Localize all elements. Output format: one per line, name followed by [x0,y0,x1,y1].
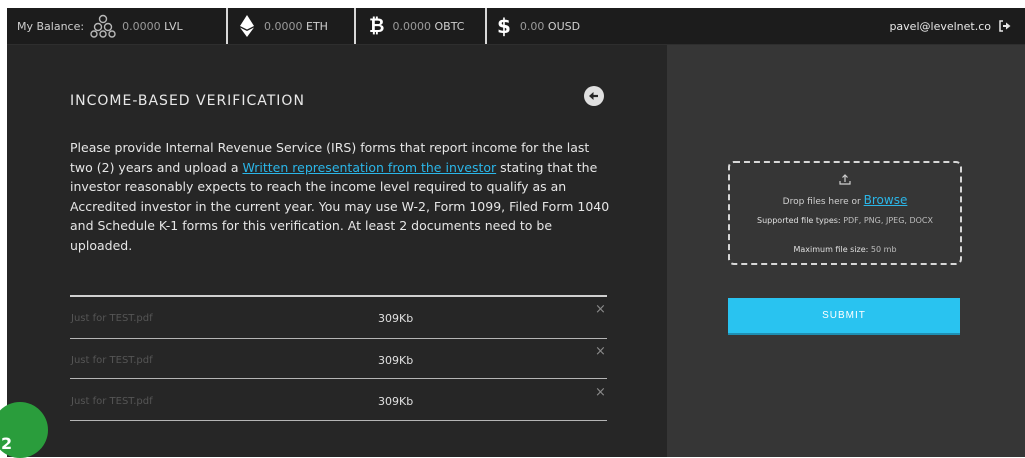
drop-text: Drop files here or [782,197,861,207]
user-menu[interactable]: pavel@levelnet.co [889,8,1011,44]
remove-file-button[interactable]: × [595,344,606,359]
page-title: INCOME-BASED VERIFICATION [70,93,305,109]
file-size: 309Kb [378,312,414,325]
remove-file-button[interactable]: × [595,302,606,317]
arrow-left-circle-icon [589,92,598,100]
file-dropzone[interactable]: Drop files here or Browse Supported file… [728,161,962,265]
bitcoin-icon: ₿ [369,14,385,37]
balance-bar: My Balance: 0.0000 LVL 0.0000 ETH ₿ 0.00… [7,8,1025,45]
file-size: 309Kb [378,395,414,408]
back-button[interactable] [584,86,604,106]
types-value: PDF, PNG, JPEG, DOCX [843,216,933,225]
balance-ousd-unit: OUSD [547,19,581,33]
divider [70,295,607,297]
divider [226,8,228,44]
divider [70,338,607,339]
balance-eth-amount: 0.0000 [264,19,303,33]
balance-ousd-amount: 0.00 [519,19,545,33]
balance-label: My Balance: [17,19,85,33]
lvl-network-icon [90,14,116,38]
supported-types: Supported file types: PDF, PNG, JPEG, DO… [740,215,950,226]
balance-obtc: ₿ 0.0000 OBTC [369,8,464,44]
balance-obtc-amount: 0.0000 [392,19,431,33]
balance-eth: 0.0000 ETH [240,8,328,44]
balance-lvl-amount: 0.0000 [122,19,161,33]
divider [70,420,607,421]
balance-lvl: My Balance: 0.0000 LVL [17,8,183,44]
balance-lvl-unit: LVL [164,19,183,33]
types-label: Supported file types: [757,216,841,225]
divider [354,8,356,44]
submit-button[interactable]: SUBMIT [728,298,960,333]
ethereum-icon [240,15,254,37]
file-name: Just for TEST.pdf [71,396,153,407]
file-name: Just for TEST.pdf [71,313,153,324]
remove-file-button[interactable]: × [595,385,606,400]
file-name: Just for TEST.pdf [71,355,153,366]
max-size: Maximum file size: 50 mb [730,245,960,254]
browse-link[interactable]: Browse [864,193,908,207]
drop-instructions: Drop files here or Browse [730,193,960,207]
balance-ousd: $ 0.00 OUSD [497,8,580,44]
step-number: 2 [1,434,13,453]
balance-eth-unit: ETH [306,19,328,33]
logout-icon[interactable] [999,20,1011,32]
written-representation-link[interactable]: Written representation from the investor [242,160,496,175]
size-label: Maximum file size: [793,245,869,254]
dollar-icon: $ [497,14,511,38]
verification-description: Please provide Internal Revenue Service … [70,138,610,255]
upload-icon [730,173,960,188]
size-value: 50 mb [870,245,897,254]
file-size: 309Kb [378,354,414,367]
app-window: My Balance: 0.0000 LVL 0.0000 ETH ₿ 0.00… [7,8,1025,457]
user-email[interactable]: pavel@levelnet.co [889,20,991,33]
divider [485,8,487,44]
divider [70,378,607,379]
balance-obtc-unit: OBTC [434,19,465,33]
